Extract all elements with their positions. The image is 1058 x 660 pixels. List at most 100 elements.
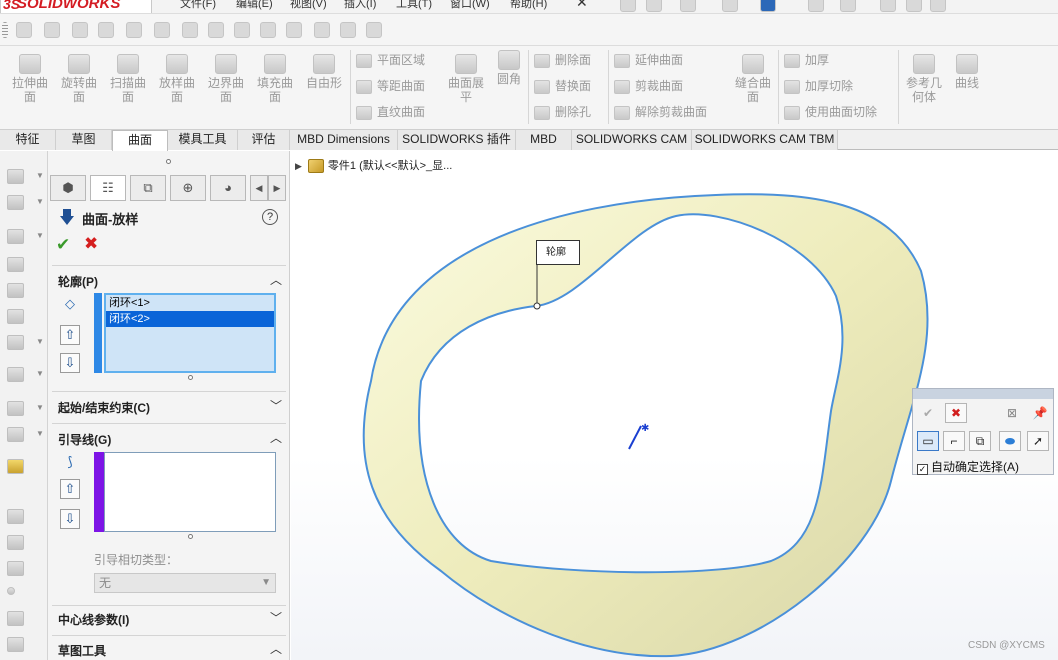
close-icon[interactable]: ✕ <box>576 0 588 11</box>
ok-check-icon[interactable]: ✔ <box>917 403 939 423</box>
list-resize-handle[interactable] <box>188 375 193 380</box>
measure-icon[interactable] <box>7 459 24 474</box>
tab-solidworks-cam[interactable]: SOLIDWORKS CAM <box>572 130 692 150</box>
collapse-chevron-icon[interactable]: ︿ <box>270 429 282 446</box>
open-icon[interactable] <box>680 0 696 12</box>
menu-view[interactable]: 视图(V) <box>290 0 327 11</box>
home-icon[interactable] <box>620 0 636 12</box>
select-open-loop-icon[interactable]: ⌐ <box>943 431 965 451</box>
thicken-button[interactable]: 加厚 <box>784 52 829 68</box>
auto-select-checkbox[interactable]: ✓ 自动确定选择(A) <box>917 458 1019 475</box>
extrude-surface-button[interactable]: 拉伸曲面 <box>7 54 53 104</box>
new-document-icon[interactable] <box>646 0 662 12</box>
surface-icon[interactable] <box>314 22 330 38</box>
rebuild-icon[interactable] <box>880 0 896 12</box>
tooling-split-icon[interactable] <box>260 22 276 38</box>
sketch-plane-icon[interactable] <box>7 509 24 524</box>
shell-icon[interactable] <box>7 195 24 210</box>
draft-analysis-icon[interactable] <box>126 22 142 38</box>
mold-icon[interactable] <box>72 22 88 38</box>
surface-flatten-button[interactable]: 曲面展平 <box>444 54 488 104</box>
panel-resize-handle[interactable] <box>166 159 171 164</box>
sheet-metal-icon[interactable] <box>16 22 32 38</box>
tab-mbd[interactable]: MBD <box>516 130 572 150</box>
link-icon[interactable] <box>154 22 170 38</box>
gear-icon[interactable] <box>7 611 24 626</box>
offset-surface-button[interactable]: 等距曲面 <box>356 78 425 94</box>
fill-surface-button[interactable]: 填充曲面 <box>252 54 298 104</box>
help-icon[interactable]: ? <box>262 209 278 225</box>
appearance-icon[interactable] <box>98 22 114 38</box>
tab-sketch[interactable]: 草图 <box>56 130 112 150</box>
cut-with-surface-button[interactable]: 使用曲面切除 <box>784 104 877 120</box>
configuration-manager-tab-icon[interactable]: ⧉ <box>130 175 166 201</box>
trim-surface-button[interactable]: 剪裁曲面 <box>614 78 683 94</box>
move-down-button[interactable]: ⇩ <box>60 353 80 373</box>
solidworks-logo[interactable]: 3S SOLIDWORKS <box>0 0 152 13</box>
toolbar-header[interactable] <box>913 389 1053 399</box>
collapse-chevron-icon[interactable]: ︿ <box>270 640 282 657</box>
profile-list[interactable]: 闭环<1> 闭环<2> <box>104 293 276 373</box>
menu-edit[interactable]: 编辑(E) <box>236 0 273 11</box>
tab-mold-tools[interactable]: 模具工具 <box>168 130 238 150</box>
menu-window[interactable]: 窗口(W) <box>450 0 490 11</box>
menu-insert[interactable]: 插入(I) <box>344 0 376 11</box>
list-item[interactable]: 闭环<1> <box>106 295 274 311</box>
property-manager-tab-icon[interactable]: ☷ <box>90 175 126 201</box>
extend-surface-button[interactable]: 延伸曲面 <box>614 52 683 68</box>
cancel-x-icon[interactable]: ✖ <box>945 403 967 423</box>
freeform-button[interactable]: 自由形 <box>301 54 347 90</box>
section-view-icon[interactable] <box>7 257 24 272</box>
guide-curves-list[interactable] <box>104 452 276 532</box>
select-region-icon[interactable]: ⬬ <box>999 431 1021 451</box>
replace-face-button[interactable]: 替换面 <box>534 78 591 94</box>
pattern-icon[interactable] <box>7 367 24 382</box>
tab-solidworks-cam-tbm[interactable]: SOLIDWORKS CAM TBM <box>692 130 838 150</box>
hide-show-icon[interactable] <box>7 309 24 324</box>
constraints-section-heading[interactable]: 起始/结束约束(C) <box>58 399 150 416</box>
tab-solidworks-addins[interactable]: SOLIDWORKS 插件 <box>398 130 516 150</box>
part-icon[interactable] <box>7 169 24 184</box>
revolve-surface-button[interactable]: 旋转曲面 <box>56 54 102 104</box>
list-resize-handle[interactable] <box>188 534 193 539</box>
tab-mbd-dimensions[interactable]: MBD Dimensions <box>290 130 398 150</box>
scale-icon[interactable] <box>366 22 382 38</box>
thickened-cut-button[interactable]: 加厚切除 <box>784 78 853 94</box>
file-properties-icon[interactable] <box>906 0 922 12</box>
reference-plane-icon[interactable] <box>7 401 24 416</box>
curve-icon[interactable] <box>182 22 198 38</box>
select-group-icon[interactable]: ⧉ <box>969 431 991 451</box>
ruler-icon[interactable] <box>7 637 24 652</box>
centerline-section-heading[interactable]: 中心线参数(I) <box>58 611 129 628</box>
split-line-icon[interactable] <box>286 22 302 38</box>
undo-icon[interactable] <box>808 0 824 12</box>
curves-button[interactable]: 曲线 <box>950 54 984 90</box>
menu-tools[interactable]: 工具(T) <box>396 0 432 11</box>
shut-off-icon[interactable] <box>340 22 356 38</box>
expand-chevron-icon[interactable]: ﹀ <box>270 397 282 414</box>
move-up-button[interactable]: ⇧ <box>60 325 80 345</box>
clear-selection-icon[interactable]: ⊠ <box>1001 403 1023 423</box>
weldment-icon[interactable] <box>44 22 60 38</box>
delete-hole-button[interactable]: 删除孔 <box>534 104 591 120</box>
axis-triad-icon[interactable] <box>7 561 24 576</box>
display-style-icon[interactable] <box>7 283 24 298</box>
menu-file[interactable]: 文件(F) <box>180 0 216 11</box>
sweep-surface-button[interactable]: 扫描曲面 <box>105 54 151 104</box>
move-down-button[interactable]: ⇩ <box>60 509 80 529</box>
boundary-surface-button[interactable]: 边界曲面 <box>203 54 249 104</box>
select-closed-loop-icon[interactable]: ▭ <box>917 431 939 451</box>
guide-tangency-select[interactable]: 无 ▼ <box>94 573 276 593</box>
view-orientation-icon[interactable] <box>7 229 24 244</box>
profile-section-heading[interactable]: 轮廓(P) <box>58 273 98 290</box>
feature-manager-tab-icon[interactable]: ⬢ <box>50 175 86 201</box>
point-icon[interactable] <box>7 587 15 595</box>
options-gear-icon[interactable] <box>930 0 946 12</box>
pin-icon[interactable]: 📌 <box>1029 403 1051 423</box>
tab-evaluate[interactable]: 评估 <box>238 130 290 150</box>
print-icon[interactable] <box>760 0 776 12</box>
select-icon[interactable] <box>840 0 856 12</box>
tab-scroll-right-icon[interactable]: ▶ <box>268 175 286 201</box>
menu-help[interactable]: 帮助(H) <box>510 0 547 11</box>
save-icon[interactable] <box>722 0 738 12</box>
